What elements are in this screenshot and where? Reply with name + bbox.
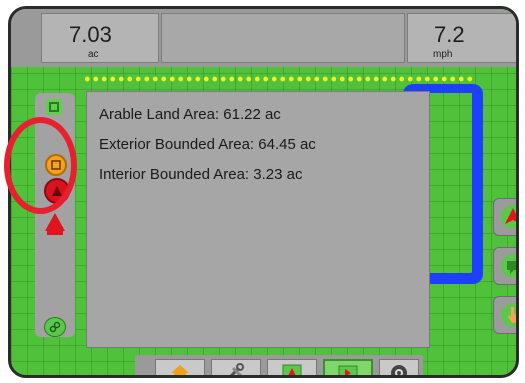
touch-pan-icon — [501, 303, 516, 327]
guidance-view-icon — [282, 364, 302, 375]
area-value: 7.03 — [69, 22, 112, 47]
tools-button[interactable] — [211, 359, 261, 375]
guidance-arrow-icon — [501, 205, 516, 229]
arable-area-text: Arable Land Area: 61.22 ac — [99, 106, 281, 123]
area-readout[interactable]: 7.03 ac — [41, 13, 159, 63]
home-icon — [171, 365, 189, 375]
area-info-panel: Arable Land Area: 61.22 ac Exterior Boun… — [86, 91, 430, 348]
bottom-navigation — [135, 355, 423, 375]
exterior-area-text: Exterior Bounded Area: 64.45 ac — [99, 136, 316, 153]
guidance-mode-button[interactable] — [493, 198, 516, 236]
tools-icon — [229, 363, 244, 375]
interior-area-text: Interior Bounded Area: 3.23 ac — [99, 166, 303, 183]
gps-status-icon[interactable] — [46, 99, 62, 115]
guidance-view-button[interactable] — [267, 359, 317, 375]
message-icon — [501, 254, 516, 278]
speed-unit: mph — [433, 49, 453, 60]
speed-value: 7.2 — [434, 22, 465, 47]
boom-section-indicators — [83, 75, 473, 83]
home-button[interactable] — [155, 359, 205, 375]
camera-icon — [391, 365, 407, 375]
vehicle-marker-icon — [43, 211, 67, 237]
field-map-icon — [338, 365, 358, 375]
message-button[interactable] — [493, 247, 516, 285]
area-unit: ac — [88, 49, 99, 60]
highlight-circle — [4, 117, 77, 214]
guidance-display: 7.03 ac 7.2 mph Arable Land Area: 61.22 … — [8, 6, 519, 378]
field-map-button[interactable] — [323, 359, 373, 375]
connection-icon[interactable] — [44, 317, 66, 337]
speed-readout[interactable]: 7.2 mph — [407, 13, 516, 63]
pan-button[interactable] — [493, 296, 516, 334]
status-bar: 7.03 ac 7.2 mph — [11, 9, 516, 67]
status-center-panel[interactable] — [161, 13, 405, 63]
camera-button[interactable] — [379, 359, 419, 375]
